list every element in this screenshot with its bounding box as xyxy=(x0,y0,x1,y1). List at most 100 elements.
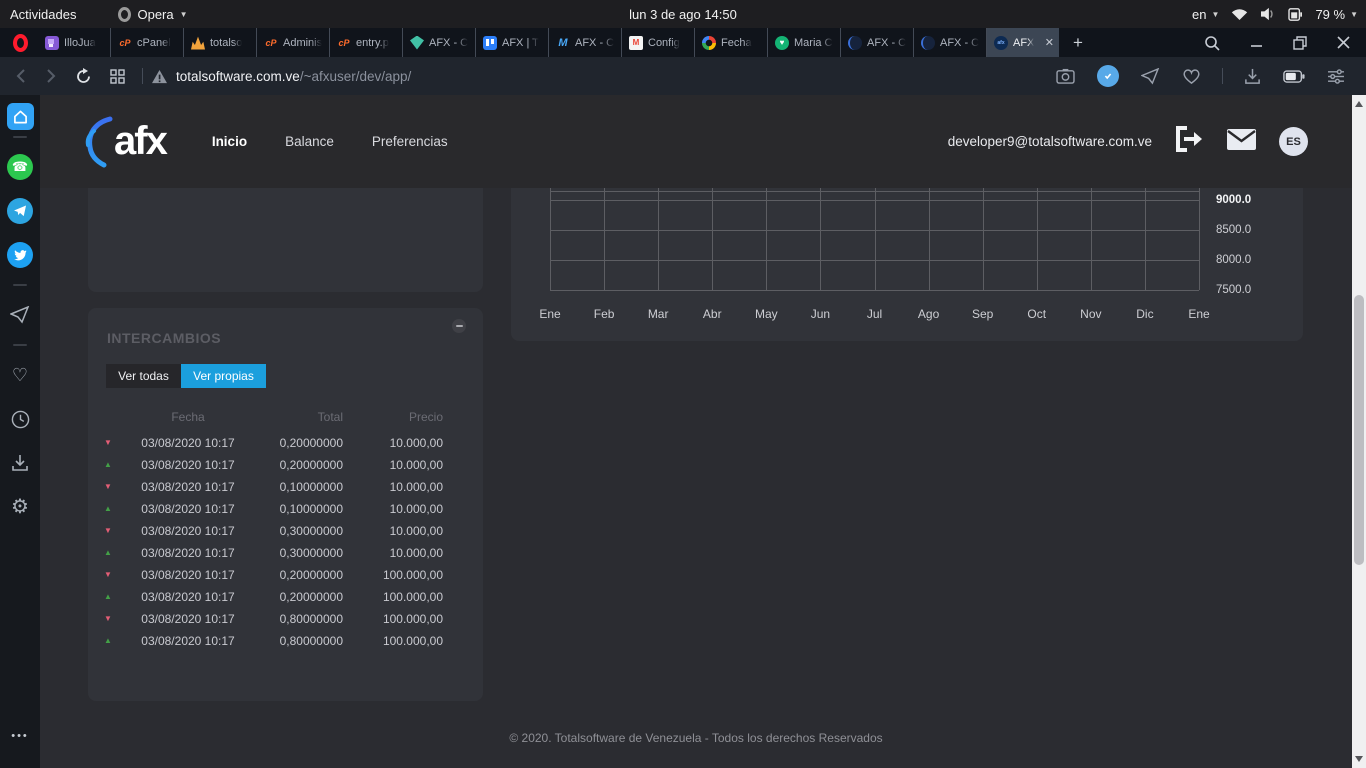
browser-tab[interactable]: Fecha xyxy=(695,28,768,57)
trade-direction-icon: ▼ xyxy=(104,615,128,623)
browser-tab[interactable]: AFX | T xyxy=(476,28,549,57)
maximize-button[interactable] xyxy=(1293,36,1307,50)
nav-preferencias[interactable]: Preferencias xyxy=(366,128,454,155)
opera-appmenu[interactable]: Opera ▼ xyxy=(108,0,197,28)
browser-tab[interactable]: totalso xyxy=(184,28,257,57)
x-axis-label: Feb xyxy=(582,307,626,321)
system-indicators[interactable]: en ▼ 79 % ▼ xyxy=(1192,0,1366,28)
collapse-panel-button[interactable] xyxy=(452,319,466,333)
my-flow-sidebar-button[interactable] xyxy=(0,300,40,330)
afx-logo[interactable]: afx xyxy=(80,115,166,169)
speed-dial-grid-icon[interactable] xyxy=(101,69,134,84)
settings-button[interactable]: ⚙ xyxy=(0,492,40,522)
tab-favicon xyxy=(848,36,862,50)
keyboard-layout-indicator[interactable]: en ▼ xyxy=(1192,7,1219,22)
activities-label: Actividades xyxy=(10,7,76,22)
sidebar-setup-button[interactable]: ••• xyxy=(11,730,29,742)
page-scrollbar[interactable] xyxy=(1352,95,1366,768)
forward-button[interactable] xyxy=(36,68,66,84)
snapshot-camera-icon[interactable] xyxy=(1047,68,1084,84)
scroll-up-arrow[interactable] xyxy=(1355,101,1363,107)
table-header-row: Fecha Total Precio xyxy=(88,408,483,426)
envelope-icon xyxy=(1226,128,1257,151)
x-axis-label: Ago xyxy=(907,307,951,321)
cell-total: 0,80000000 xyxy=(248,612,343,626)
battery-saver-icon[interactable] xyxy=(1274,70,1314,83)
browser-tab[interactable]: M Config xyxy=(622,28,695,57)
nav-balance[interactable]: Balance xyxy=(279,128,340,155)
speed-dial-button[interactable] xyxy=(7,103,34,130)
x-axis-label: Mar xyxy=(636,307,680,321)
bookmarks-button[interactable]: ♡ xyxy=(0,360,40,390)
browser-tab[interactable]: afx AFX ✕ xyxy=(987,28,1059,57)
ver-todas-button[interactable]: Ver todas xyxy=(106,364,181,388)
table-row: ▼ 03/08/2020 10:17 0,30000000 10.000,00 xyxy=(88,520,483,542)
messages-button[interactable] xyxy=(1226,128,1257,156)
search-tabs-icon[interactable] xyxy=(1204,35,1220,51)
y-axis-label: 8000.0 xyxy=(1216,254,1286,266)
browser-tab[interactable]: AFX - C xyxy=(841,28,914,57)
cell-total: 0,10000000 xyxy=(248,480,343,494)
browser-tab[interactable]: cP Adminis xyxy=(257,28,330,57)
browser-tab[interactable]: AFX - C xyxy=(914,28,987,57)
reload-button[interactable] xyxy=(66,68,101,85)
my-flow-icon[interactable] xyxy=(1132,68,1169,85)
avatar[interactable]: ES xyxy=(1279,127,1308,156)
tab-favicon: cP xyxy=(264,36,278,50)
address-bar[interactable]: totalsoftware.com.ve/~afxuser/dev/app/ xyxy=(151,69,1047,84)
scroll-down-arrow[interactable] xyxy=(1355,756,1363,762)
scrollbar-thumb[interactable] xyxy=(1354,295,1364,565)
site-warning-icon[interactable] xyxy=(151,69,168,84)
logout-button[interactable] xyxy=(1174,125,1204,158)
table-row: ▼ 03/08/2020 10:17 0,10000000 10.000,00 xyxy=(88,476,483,498)
twitter-bird-icon xyxy=(7,242,33,268)
nav-inicio[interactable]: Inicio xyxy=(206,128,253,155)
cell-fecha: 03/08/2020 10:17 xyxy=(128,546,248,560)
new-tab-button[interactable]: + xyxy=(1059,33,1097,53)
twitter-button[interactable] xyxy=(0,240,40,270)
close-tab-button[interactable]: ✕ xyxy=(1045,36,1054,49)
opera-sidebar: ☎ ♡ ⚙ ••• xyxy=(0,95,40,768)
cell-precio: 10.000,00 xyxy=(343,480,443,494)
close-window-button[interactable] xyxy=(1337,36,1350,49)
x-axis-label: Sep xyxy=(961,307,1005,321)
minimize-button[interactable] xyxy=(1250,36,1263,49)
table-row: ▲ 03/08/2020 10:17 0,20000000 10.000,00 xyxy=(88,454,483,476)
activities-button[interactable]: Actividades xyxy=(0,0,86,28)
browser-tab[interactable]: ♥ Maria C xyxy=(768,28,841,57)
browser-tab[interactable]: IlloJua xyxy=(38,28,111,57)
tab-label: totalso xyxy=(210,37,242,49)
adblock-shield-badge[interactable] xyxy=(1088,65,1128,87)
tab-favicon: cP xyxy=(337,36,351,50)
cell-precio: 10.000,00 xyxy=(343,546,443,560)
whatsapp-button[interactable]: ☎ xyxy=(0,152,40,182)
tab-label: entry.p xyxy=(356,37,389,49)
browser-tab[interactable]: cP cPanel xyxy=(111,28,184,57)
browser-tab[interactable]: M AFX - C xyxy=(549,28,622,57)
history-button[interactable] xyxy=(0,404,40,434)
trade-direction-icon: ▲ xyxy=(104,637,128,645)
tab-label: IlloJua xyxy=(64,37,96,49)
favorites-heart-icon[interactable] xyxy=(1173,68,1210,85)
volume-icon xyxy=(1260,7,1276,21)
x-axis-label: Abr xyxy=(690,307,734,321)
browser-toolbar: totalsoftware.com.ve/~afxuser/dev/app/ xyxy=(0,57,1366,95)
url-path: /~afxuser/dev/app/ xyxy=(300,69,411,84)
back-button[interactable] xyxy=(6,68,36,84)
browser-tab[interactable]: AFX - C xyxy=(403,28,476,57)
browser-tab[interactable]: cP entry.p xyxy=(330,28,403,57)
tab-favicon xyxy=(702,36,716,50)
battery-indicator[interactable]: 79 % ▼ xyxy=(1315,7,1358,22)
gear-icon: ⚙ xyxy=(11,497,29,517)
downloads-icon[interactable] xyxy=(1235,68,1270,85)
header-right: developer9@totalsoftware.com.ve ES xyxy=(948,125,1352,158)
ver-propias-button[interactable]: Ver propias xyxy=(181,364,266,388)
clock[interactable]: lun 3 de ago 14:50 xyxy=(629,0,737,28)
telegram-button[interactable] xyxy=(0,196,40,226)
easy-setup-sliders-icon[interactable] xyxy=(1318,69,1354,84)
trade-direction-icon: ▲ xyxy=(104,505,128,513)
chevron-down-icon: ▼ xyxy=(1350,10,1358,19)
cell-total: 0,20000000 xyxy=(248,590,343,604)
trade-direction-icon: ▼ xyxy=(104,439,128,447)
downloads-sidebar-button[interactable] xyxy=(0,448,40,478)
